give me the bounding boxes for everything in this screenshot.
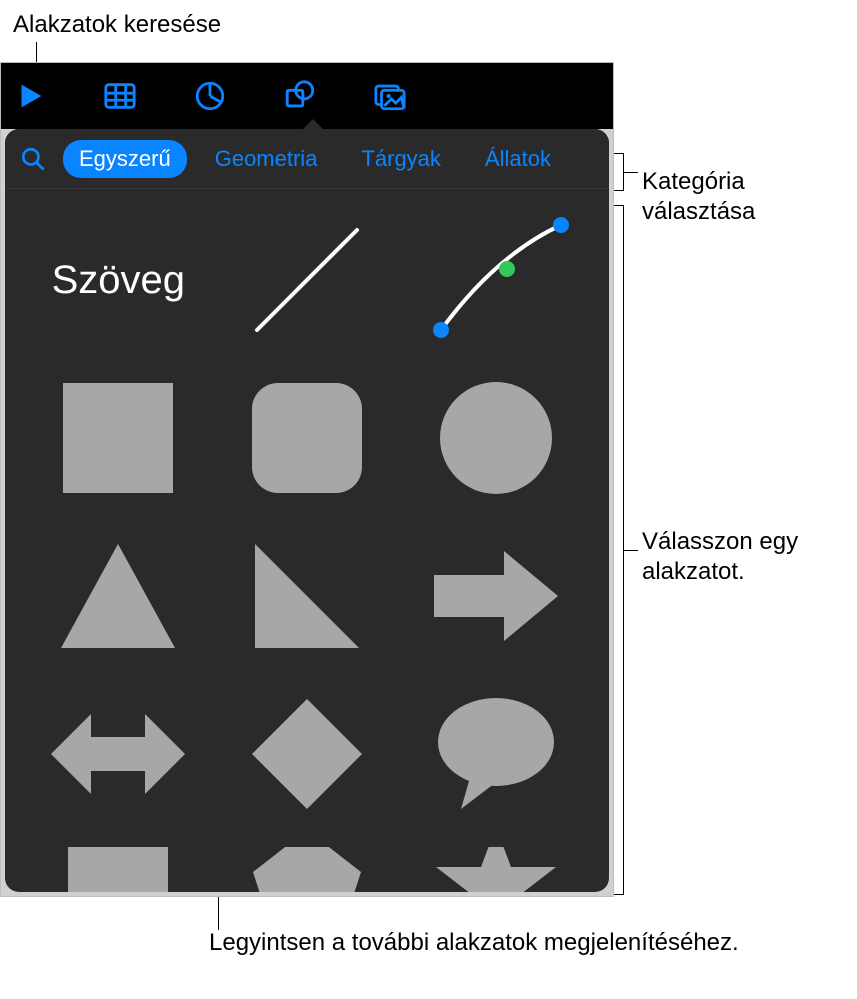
shape-line[interactable] [228, 215, 387, 345]
tab-geometry[interactable]: Geometria [199, 140, 334, 178]
callout-search-shapes: Alakzatok keresése [13, 10, 221, 40]
shape-right-triangle[interactable] [228, 531, 387, 661]
chart-button[interactable] [189, 75, 231, 117]
shape-tab[interactable] [39, 847, 198, 892]
callout-category: Kategória választása [642, 167, 857, 227]
table-button[interactable] [99, 75, 141, 117]
shape-pentagon[interactable] [228, 847, 387, 892]
category-tabs: Egyszerű Geometria Tárgyak Állatok [5, 129, 609, 189]
shapes-grid[interactable]: Szöveg [5, 189, 609, 892]
shape-rounded-square[interactable] [228, 373, 387, 503]
callout-bracket-shapes [614, 205, 624, 895]
shape-curve[interactable] [416, 215, 575, 345]
search-shapes-button[interactable] [15, 141, 51, 177]
callout-line [624, 172, 638, 173]
shape-circle[interactable] [416, 373, 575, 503]
callout-bracket-category [614, 153, 624, 191]
tab-animals[interactable]: Állatok [469, 140, 567, 178]
shape-star[interactable] [416, 847, 575, 892]
shape-square[interactable] [39, 373, 198, 503]
play-button[interactable] [9, 75, 51, 117]
shape-arrow-left-right[interactable] [39, 689, 198, 819]
callout-choose-shape: Válasszon egy alakzatot. [642, 527, 857, 587]
shape-triangle[interactable] [39, 531, 198, 661]
shapes-panel-container: Egyszerű Geometria Tárgyak Állatok Szöve… [0, 62, 614, 897]
callout-line [624, 550, 638, 551]
media-button[interactable] [369, 75, 411, 117]
shapes-button[interactable] [279, 75, 321, 117]
shape-speech-bubble[interactable] [416, 689, 575, 819]
tab-basic[interactable]: Egyszerű [63, 140, 187, 178]
shapes-popover: Egyszerű Geometria Tárgyak Állatok Szöve… [5, 129, 609, 892]
shape-text[interactable]: Szöveg [39, 215, 198, 345]
tab-objects[interactable]: Tárgyak [345, 140, 456, 178]
shape-arrow-right[interactable] [416, 531, 575, 661]
callout-swipe-more: Legyintsen a további alakzatok megjelení… [209, 928, 739, 958]
shape-diamond[interactable] [228, 689, 387, 819]
